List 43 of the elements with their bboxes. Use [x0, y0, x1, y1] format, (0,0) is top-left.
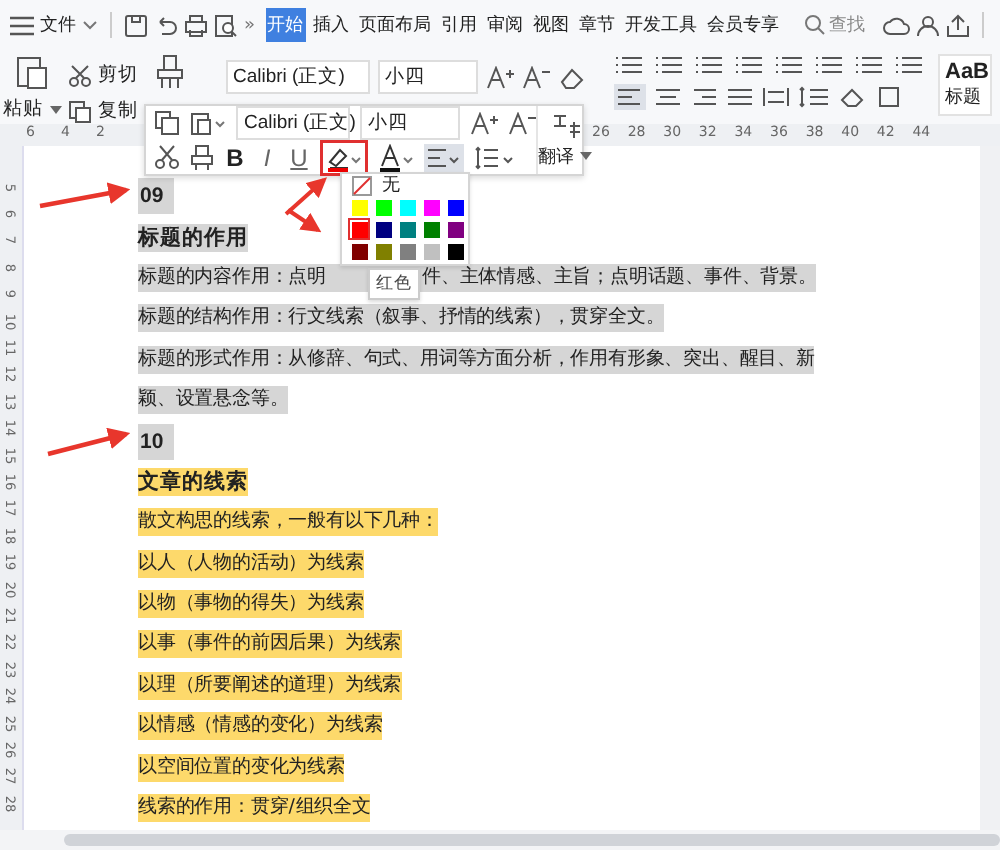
body-text: 以人（人物的活动）为线索: [138, 549, 364, 578]
section-number: 10: [138, 423, 174, 460]
body-text: 以空间位置的变化为线索: [138, 753, 345, 782]
body-text: 以事（事件的前因后果）为线索: [138, 630, 402, 659]
font-size-field[interactable]: 小四: [377, 60, 477, 94]
ribbon-tab[interactable]: 开发工具: [623, 8, 700, 42]
translate-button[interactable]: 翻译: [538, 143, 574, 169]
body-text: 标题的结构作用：行文线索（叙事、抒情的线索），贯穿全文。: [138, 304, 665, 333]
italic-button[interactable]: I: [256, 143, 278, 171]
bold-button[interactable]: B: [224, 143, 246, 171]
underline-button[interactable]: U: [288, 143, 310, 171]
paste-button[interactable]: 粘贴: [3, 96, 43, 122]
tooltip: 红色: [368, 268, 420, 300]
ribbon-tab[interactable]: 视图: [531, 8, 572, 42]
ribbon-tab[interactable]: 会员专享: [705, 8, 782, 42]
body-text: 线索的作用：贯穿/组织全文: [138, 794, 371, 823]
section-number: 09: [138, 178, 174, 215]
font-name-field[interactable]: Calibri (正文): [225, 60, 369, 94]
body-text: 散文构思的线索，一般有以下几种：: [138, 508, 439, 537]
ribbon-tab[interactable]: 开始: [265, 8, 306, 42]
no-color-label: 无: [382, 174, 400, 198]
style-name: 标题: [945, 85, 983, 110]
body-text: 以物（事物的得失）为线索: [138, 590, 364, 619]
style-preview[interactable]: AaB: [945, 60, 984, 84]
ribbon-tab[interactable]: 审阅: [485, 8, 526, 42]
body-text: 以情感（情感的变化）为线索: [138, 712, 383, 741]
heading-text: 标题的作用: [138, 223, 248, 252]
ribbon-tab[interactable]: 插入: [311, 8, 352, 42]
body-text: 标题的形式作用：从修辞、句式、用词等方面分析，作用有形象、突出、醒目、新: [138, 345, 815, 374]
cut-button[interactable]: 剪切: [98, 62, 138, 88]
font-name-field[interactable]: Calibri (正文): [236, 106, 350, 140]
copy-button[interactable]: 复制: [98, 98, 138, 124]
body-text: 颖、设置悬念等。: [138, 386, 289, 415]
font-size-field[interactable]: 小四: [360, 106, 460, 140]
ribbon-tab[interactable]: 引用: [439, 8, 480, 42]
heading-text: 文章的线索: [138, 467, 248, 496]
ribbon-tab[interactable]: 页面布局: [357, 8, 434, 42]
no-color-option[interactable]: 无: [348, 176, 462, 194]
ribbon-tab[interactable]: 章节: [577, 8, 618, 42]
file-menu[interactable]: 文件: [40, 12, 76, 38]
body-text: 以理（所要阐述的道理）为线索: [138, 671, 402, 700]
body-text: 件、主体情感、主旨；点明话题、事件、背景。: [422, 263, 817, 292]
more-button[interactable]: »: [244, 15, 256, 35]
